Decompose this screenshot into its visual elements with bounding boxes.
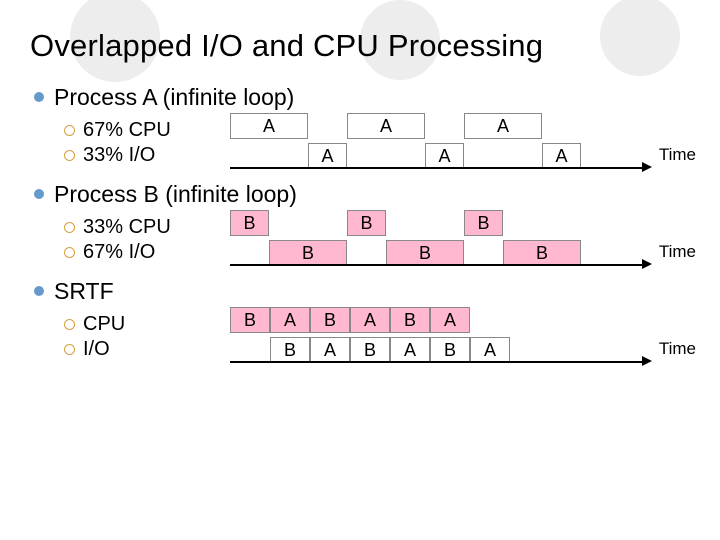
time-gap	[464, 143, 542, 169]
time-gap	[464, 240, 503, 266]
time-slice-B: B	[503, 240, 581, 266]
timeline-diagram: BABABABABABATime	[230, 305, 690, 365]
bullet-dot	[34, 92, 44, 102]
time-slice-B: B	[390, 307, 430, 333]
timeline-track: BBBTime	[230, 238, 690, 268]
time-slice-A: A	[308, 143, 347, 169]
timeline-track: BBB	[230, 208, 690, 238]
time-slice-B: B	[230, 210, 269, 236]
bullet-dot	[34, 189, 44, 199]
timeline-track: AAATime	[230, 141, 690, 171]
sub-bullet-label: 33% CPU	[83, 216, 171, 239]
time-gap	[269, 210, 347, 236]
time-axis-label: Time	[659, 145, 696, 165]
sub-bullet-label: 67% I/O	[83, 241, 155, 264]
time-slice-B: B	[386, 240, 464, 266]
sub-bullet-label: 33% I/O	[83, 144, 155, 167]
time-slice-B: B	[310, 307, 350, 333]
time-slice-B: B	[347, 210, 386, 236]
time-axis	[230, 264, 642, 266]
time-gap	[386, 210, 464, 236]
sub-bullet-label: I/O	[83, 338, 110, 361]
timeline-diagram: BBBBBBTime	[230, 208, 690, 268]
sub-bullet-ring	[64, 319, 75, 330]
time-slice-B: B	[430, 337, 470, 363]
time-slice-A: A	[470, 337, 510, 363]
time-gap	[308, 113, 347, 139]
sub-bullet-ring	[64, 125, 75, 136]
section-heading: Process A (infinite loop)	[54, 84, 294, 111]
time-slice-A: A	[430, 307, 470, 333]
time-axis-label: Time	[659, 242, 696, 262]
slide-title: Overlapped I/O and CPU Processing	[30, 28, 690, 64]
time-axis-label: Time	[659, 339, 696, 359]
time-slice-A: A	[347, 113, 425, 139]
timeline-track: BABABA	[230, 305, 690, 335]
time-slice-A: A	[464, 113, 542, 139]
time-slice-A: A	[542, 143, 581, 169]
sub-bullet-ring	[64, 247, 75, 258]
time-gap	[347, 143, 425, 169]
time-slice-B: B	[230, 307, 270, 333]
time-gap	[425, 113, 464, 139]
bullet-dot	[34, 286, 44, 296]
timeline-track: BABABATime	[230, 335, 690, 365]
time-axis	[230, 167, 642, 169]
time-slice-A: A	[390, 337, 430, 363]
time-slice-B: B	[464, 210, 503, 236]
time-slice-B: B	[270, 337, 310, 363]
time-slice-A: A	[350, 307, 390, 333]
sub-bullet-label: CPU	[83, 313, 125, 336]
time-slice-A: A	[425, 143, 464, 169]
time-slice-B: B	[350, 337, 390, 363]
time-slice-A: A	[310, 337, 350, 363]
time-slice-B: B	[269, 240, 347, 266]
time-axis	[230, 361, 642, 363]
sub-bullet-ring	[64, 344, 75, 355]
section-heading: SRTF	[54, 278, 114, 305]
time-slice-A: A	[230, 113, 308, 139]
sub-bullet-label: 67% CPU	[83, 119, 171, 142]
timeline-diagram: AAAAAATime	[230, 111, 690, 171]
time-slice-A: A	[270, 307, 310, 333]
time-gap	[347, 240, 386, 266]
section-heading: Process B (infinite loop)	[54, 181, 297, 208]
timeline-track: AAA	[230, 111, 690, 141]
sub-bullet-ring	[64, 150, 75, 161]
sub-bullet-ring	[64, 222, 75, 233]
